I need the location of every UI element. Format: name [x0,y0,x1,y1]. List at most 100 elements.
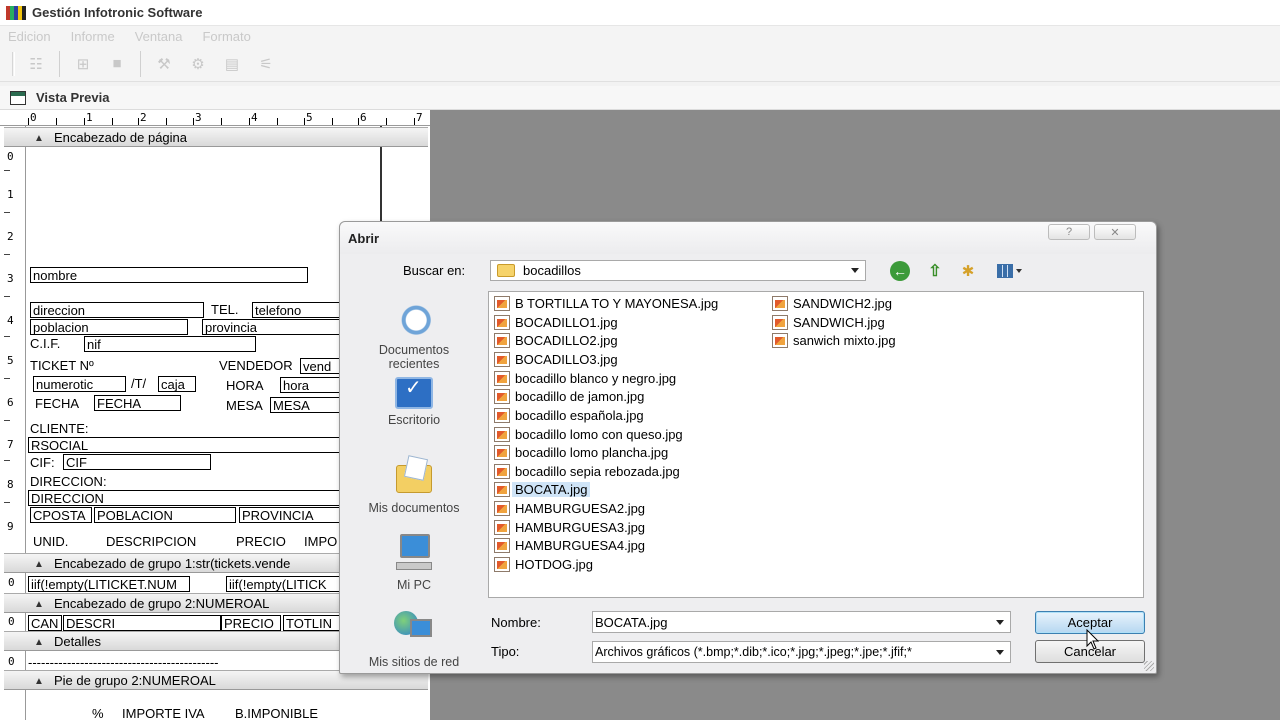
file-item[interactable]: BOCADILLO3.jpg [494,350,622,368]
field-nif[interactable]: nif [84,336,256,352]
collapse-icon[interactable]: ▲ [34,599,44,610]
field-poblacion-cliente[interactable]: POBLACION [94,507,236,523]
file-name-input[interactable]: BOCATA.jpg [592,611,1011,633]
column-importe[interactable]: IMPO [304,534,337,550]
field-mesa[interactable]: MESA [270,397,342,413]
file-list[interactable]: B TORTILLA TO Y MAYONESA.jpg BOCADILLO1.… [488,291,1144,598]
label-cif[interactable]: C.I.F. [30,336,60,352]
back-icon[interactable]: ← [890,261,910,281]
tools-icon[interactable]: ⚒ [153,53,175,75]
tree-icon[interactable]: ⊞ [72,53,94,75]
file-item[interactable]: bocadillo española.jpg [494,406,648,424]
file-item[interactable]: bocadillo lomo con queso.jpg [494,425,687,443]
views-menu-button[interactable] [992,261,1026,281]
field-telefono[interactable]: telefono [252,302,342,318]
field-direccion[interactable]: direccion [30,302,204,318]
ruler-tick [4,170,10,171]
file-item[interactable]: HAMBURGUESA4.jpg [494,536,649,554]
file-type-dropdown[interactable]: Archivos gráficos (*.bmp;*.dib;*.ico;*.j… [592,641,1011,663]
field-cif[interactable]: CIF [63,454,211,470]
field-cposta[interactable]: CPOSTA [30,507,92,523]
ruler-mark: 6 [360,111,367,124]
file-item[interactable]: B TORTILLA TO Y MAYONESA.jpg [494,294,722,312]
menu-ventana[interactable]: Ventana [135,29,183,44]
file-item[interactable]: bocadillo blanco y negro.jpg [494,369,680,387]
field-totlin[interactable]: TOTLIN [283,615,342,631]
label-t-separator[interactable]: /T/ [131,376,146,392]
layout-icon[interactable]: ▤ [221,53,243,75]
field-fecha[interactable]: FECHA [94,395,181,411]
place-my-computer[interactable]: Mi PC [354,532,474,592]
field-nombre[interactable]: nombre [30,267,308,283]
wrench-icon[interactable]: ⚟ [255,53,277,75]
field-cantidad[interactable]: CAN [28,615,62,631]
resize-grip[interactable] [1144,661,1154,671]
file-item[interactable]: HAMBURGUESA3.jpg [494,518,649,536]
file-item[interactable]: HAMBURGUESA2.jpg [494,499,649,517]
settings-icon[interactable]: ⚙ [187,53,209,75]
separator-line[interactable]: ----------------------------------------… [28,655,308,671]
field-numerotic[interactable]: numerotic [33,376,126,392]
column-descripcion[interactable]: DESCRIPCION [106,534,196,550]
label-cif-cliente[interactable]: CIF: [30,455,55,471]
label-cliente[interactable]: CLIENTE: [30,421,89,437]
horizontal-ruler: 0 1 2 3 4 5 6 7 [0,110,430,126]
field-descri[interactable]: DESCRI [63,615,221,631]
column-unid[interactable]: UNID. [33,534,68,550]
file-item[interactable]: HOTDOG.jpg [494,555,597,573]
new-folder-icon[interactable]: ✱ [957,261,979,281]
menu-edicion[interactable]: Edicion [8,29,51,44]
label-tel[interactable]: TEL. [211,302,238,318]
field-provincia[interactable]: provincia [202,319,342,335]
field-hora[interactable]: hora [280,377,342,393]
place-desktop[interactable]: Escritorio [354,377,474,427]
place-network[interactable]: Mis sitios de red [354,609,474,669]
field-vendedor[interactable]: vend [300,358,342,374]
close-button[interactable]: ✕ [1094,224,1136,240]
file-item[interactable]: SANDWICH2.jpg [772,294,896,312]
file-item-selected[interactable]: BOCATA.jpg [494,480,594,498]
label-base-imponible[interactable]: B.IMPONIBLE [235,706,318,720]
help-button[interactable]: ? [1048,224,1090,240]
chevron-down-icon[interactable] [996,620,1004,625]
field-direccion-cliente[interactable]: DIRECCION [28,490,342,506]
field-iif-liticket[interactable]: iif(!empty(LITICKET.NUM [28,576,190,592]
file-item[interactable]: bocadillo sepia rebozada.jpg [494,462,684,480]
field-poblacion[interactable]: poblacion [30,319,188,335]
file-item[interactable]: sanwich mixto.jpg [772,331,900,349]
collapse-icon[interactable]: ▲ [34,637,44,648]
list-icon[interactable]: ☷ [25,53,47,75]
band-page-header[interactable]: ▲ Encabezado de página [4,127,428,147]
menu-formato[interactable]: Formato [202,29,250,44]
label-percent[interactable]: % [92,706,104,720]
field-rsocial[interactable]: RSOCIAL [28,437,342,453]
collapse-icon[interactable]: ▲ [34,133,44,144]
label-ticket[interactable]: TICKET Nº [30,358,94,374]
toolbar-grip[interactable] [12,51,15,76]
column-precio[interactable]: PRECIO [236,534,286,550]
look-in-dropdown[interactable]: bocadillos [490,260,866,281]
file-item[interactable]: BOCADILLO2.jpg [494,331,622,349]
label-fecha[interactable]: FECHA [35,396,79,412]
field-iif-liticket-2[interactable]: iif(!empty(LITICK [226,576,342,592]
dialog-title-bar[interactable]: Abrir ? ✕ [340,222,1156,254]
field-provincia-cliente[interactable]: PROVINCIA [239,507,342,523]
place-recent-documents[interactable]: Documentos recientes [354,297,474,371]
field-precio[interactable]: PRECIO [221,615,281,631]
label-importe-iva[interactable]: IMPORTE IVA [122,706,205,720]
menu-informe[interactable]: Informe [71,29,115,44]
label-direccion[interactable]: DIRECCION: [30,474,107,490]
label-hora[interactable]: HORA [226,378,264,394]
file-item[interactable]: bocadillo lomo plancha.jpg [494,443,672,461]
up-folder-icon[interactable]: ⇧ [924,261,946,281]
field-caja[interactable]: caja [158,376,196,392]
collapse-icon[interactable]: ▲ [34,676,44,687]
label-vendedor[interactable]: VENDEDOR [219,358,293,374]
file-item[interactable]: bocadillo de jamon.jpg [494,387,648,405]
file-item[interactable]: SANDWICH.jpg [772,313,889,331]
file-item[interactable]: BOCADILLO1.jpg [494,313,622,331]
label-mesa[interactable]: MESA [226,398,263,414]
collapse-icon[interactable]: ▲ [34,559,44,570]
page-icon[interactable]: ■ [106,53,128,75]
place-my-documents[interactable]: Mis documentos [354,455,474,515]
